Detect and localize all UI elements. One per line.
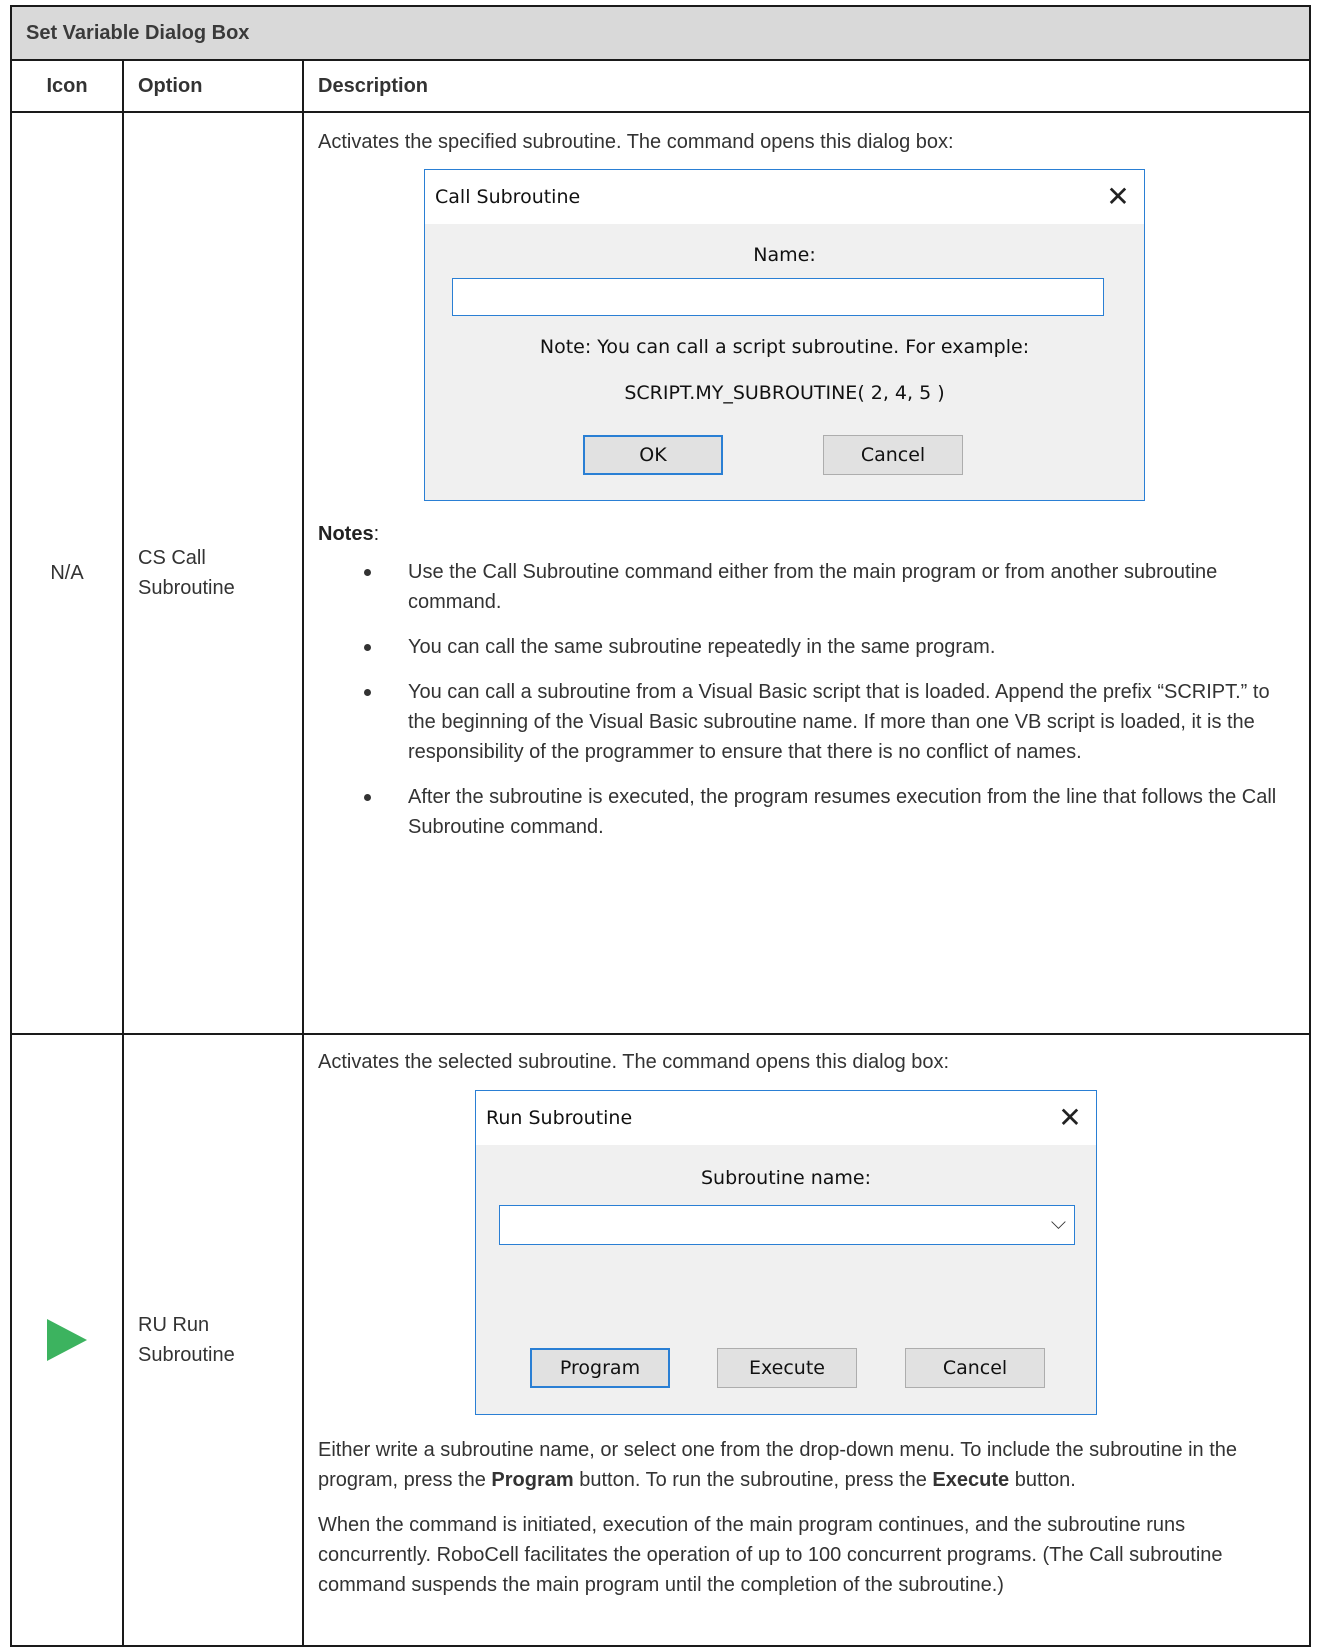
cancel-button[interactable]: Cancel [905,1348,1045,1388]
list-item: After the subroutine is executed, the pr… [318,782,1297,842]
note-text: Note: You can call a script subroutine. … [539,336,1030,358]
list-item: You can call the same subroutine repeate… [318,632,1297,662]
subroutine-name-combobox[interactable]: ⌵ [499,1205,1075,1245]
execute-button[interactable]: Execute [717,1348,857,1388]
run-subroutine-dialog: Run Subroutine ✕ Subroutine name: ⌵ Prog… [475,1090,1097,1415]
call-subroutine-dialog: Call Subroutine ✕ Name: Note: You can ca… [424,169,1145,501]
name-label: Name: [753,244,816,266]
concurrency-text: When the command is initiated, execution… [318,1514,1223,1596]
dialog-titlebar: Run Subroutine ✕ [476,1091,1096,1145]
play-icon [47,1319,87,1361]
table-title: Set Variable Dialog Box [12,7,1309,61]
notes-heading: Notes: [318,523,380,545]
table-row-call-subroutine: N/A CS Call Subroutine Activates the spe… [12,113,1309,1035]
header-option: Option [124,61,304,111]
description-cell: Activates the selected subroutine. The c… [304,1035,1309,1645]
run-intro-text: Activates the selected subroutine. The c… [318,1051,950,1073]
ok-button[interactable]: OK [583,435,723,475]
dialog-title: Call Subroutine [435,186,581,208]
option-cell: RU Run Subroutine [124,1035,304,1645]
notes-list: Use the Call Subroutine command either f… [318,557,1297,842]
bullet-icon [364,689,371,696]
icon-cell: N/A [12,113,124,1033]
header-icon: Icon [12,61,124,111]
name-input[interactable] [452,278,1104,316]
header-description: Description [318,74,429,97]
table-row-run-subroutine: RU Run Subroutine Activates the selected… [12,1035,1309,1645]
option-run-subroutine: RU Run Subroutine [138,1314,235,1366]
bullet-icon [364,569,371,576]
cancel-button[interactable]: Cancel [823,435,963,475]
bullet-icon [364,794,371,801]
dialog-title: Run Subroutine [486,1107,633,1129]
program-button[interactable]: Program [530,1348,670,1388]
run-instructions-text: Either write a subroutine name, or selec… [318,1439,1238,1491]
subroutine-name-label: Subroutine name: [700,1167,871,1189]
table-header-row: Icon Option Description [12,61,1309,113]
dialog-titlebar: Call Subroutine ✕ [425,170,1144,224]
bullet-icon [364,644,371,651]
option-cell: CS Call Subroutine [124,113,304,1033]
icon-na-text: N/A [50,562,84,584]
set-variable-table: Set Variable Dialog Box Icon Option Desc… [10,5,1311,1647]
chevron-down-icon[interactable]: ⌵ [1051,1210,1066,1234]
close-icon[interactable]: ✕ [1056,1104,1084,1132]
list-item: You can call a subroutine from a Visual … [318,677,1297,767]
description-cell: Activates the specified subroutine. The … [304,113,1309,1033]
close-icon[interactable]: ✕ [1104,183,1132,211]
option-call-subroutine: CS Call Subroutine [138,547,235,599]
call-intro-text: Activates the specified subroutine. The … [318,131,954,153]
list-item: Use the Call Subroutine command either f… [318,557,1297,617]
example-text: SCRIPT.MY_SUBROUTINE( 2, 4, 5 ) [624,382,945,404]
icon-cell [12,1035,124,1645]
